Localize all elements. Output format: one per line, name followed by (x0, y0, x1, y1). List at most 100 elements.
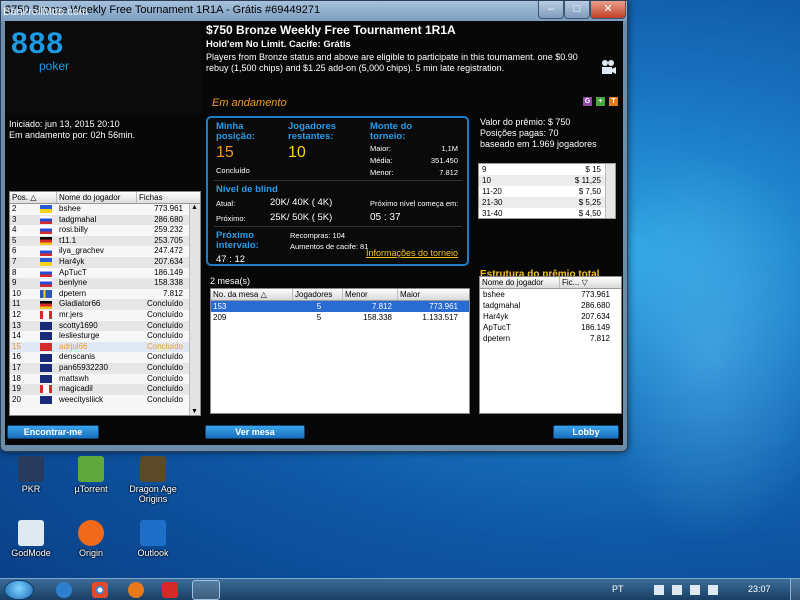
windows-flag-icon[interactable] (654, 585, 664, 595)
player-name: mattswh (59, 373, 89, 383)
player-row[interactable]: 18 mattswh Concluído (10, 374, 200, 385)
player-row[interactable]: 5 t11.1 253.705 (10, 235, 200, 247)
player-row[interactable]: 12 mr.jers Concluído (10, 310, 200, 321)
tournament-header: $750 Bronze Weekly Free Tournament 1R1A … (206, 23, 622, 113)
chrome-icon[interactable] (92, 582, 108, 598)
col-min-header[interactable]: Menor (343, 289, 398, 300)
plus-badge-icon: + (596, 97, 605, 106)
volume-icon[interactable] (708, 585, 718, 595)
player-row[interactable]: 7 Har4yk 207.634 (10, 256, 200, 268)
network-icon[interactable] (690, 585, 700, 595)
player-row[interactable]: 13 scotty1690 Concluído (10, 320, 200, 332)
camera-icon[interactable] (600, 59, 616, 77)
break-label: Próximo intervalo: (216, 230, 259, 251)
player-row[interactable]: 19 magicadil Concluído (10, 384, 200, 395)
players-list: Pos. △ Nome do jogador Fichas 2 bshee 773.… (9, 191, 201, 416)
next-blind-value: 25K/ 50K ( 5K) (270, 212, 333, 223)
tournament-status: Em andamento (212, 97, 287, 109)
minimize-button[interactable]: – (538, 1, 564, 19)
player-flag (40, 331, 57, 342)
player-row[interactable]: 3 tadgmahal 286.680 (10, 214, 200, 226)
players-scrollbar[interactable]: ▲ ▼ (189, 204, 200, 415)
player-name: magicadil (59, 384, 93, 394)
scroll-up-icon[interactable]: ▲ (191, 204, 198, 211)
player-name: t11.1 (59, 235, 77, 245)
col-player-chips-header[interactable]: Fic... ▽ (560, 277, 620, 288)
player-chips: Concluído (146, 309, 183, 319)
average-value: 351.450 (430, 156, 458, 165)
col-players-header[interactable]: Jogadores (293, 289, 343, 300)
prize-scrollbar[interactable] (605, 164, 615, 218)
table-row[interactable]: 209 5 158.338 1.133.517 (211, 312, 469, 323)
player-chips: 286.680 (154, 214, 183, 224)
player-position: 11 (12, 299, 21, 309)
outlook-icon (140, 520, 166, 546)
player-name: bshee (59, 204, 81, 213)
start-button[interactable] (4, 580, 34, 600)
action-center-icon[interactable] (672, 585, 682, 595)
language-indicator[interactable]: PT (612, 584, 624, 594)
largest-value: 1,1M (441, 144, 458, 153)
find-me-button[interactable]: Encontrar-me (7, 425, 99, 439)
col-pos-header[interactable]: Pos. △ (10, 192, 57, 203)
prize-value: Valor do prêmio: $ 750 (480, 117, 571, 127)
player-name: mr.jers (59, 309, 83, 319)
player-row[interactable]: 17 pan65932230 Concluído (10, 362, 200, 374)
player-row[interactable]: 16 denscanis Concluído (10, 352, 200, 363)
tables-list: No. da mesa △ Jogadores Menor Maior 153 … (210, 288, 470, 414)
player-name: weecitysliick (59, 394, 104, 404)
smallest-label: Menor: (370, 168, 394, 177)
player-row[interactable]: 10 dpetern 7.812 (10, 289, 200, 300)
tables-count: 2 mesa(s) (210, 276, 251, 286)
player-chips: Concluído (146, 352, 183, 362)
player-row[interactable]: 9 benlyne 158.338 (10, 278, 200, 289)
col-player-name-header[interactable]: Nome do jogador (480, 277, 560, 288)
player-row[interactable]: 6 ilya_grachev 247.472 (10, 246, 200, 257)
col-max-header[interactable]: Maior (398, 289, 468, 300)
t-badge-icon: T (609, 97, 618, 106)
show-desktop-button[interactable] (790, 579, 800, 600)
country-flag-icon (40, 353, 52, 362)
player-position: 8 (12, 267, 17, 277)
country-flag-icon (40, 321, 52, 330)
view-table-button[interactable]: Ver mesa (205, 425, 305, 439)
player-flag (40, 268, 57, 279)
player-row[interactable]: 20 weecitysliick Concluído (10, 395, 200, 406)
lobby-button[interactable]: Lobby (553, 425, 619, 439)
desktop-icon-utorrent[interactable]: µTorrent (56, 456, 126, 494)
prize-row: 31-40 $ 4,50 (482, 209, 601, 218)
table-row[interactable]: 153 5 7.812 773.961 (211, 301, 469, 312)
tournament-info-link[interactable]: Informações do torneio (366, 248, 458, 258)
prize-table[interactable]: 9 $ 15 10 $ 11,25 11-20 $ 7,50 21-30 $ 5,25 … (478, 163, 616, 219)
taskbar-poker-app[interactable] (192, 580, 220, 600)
clock[interactable]: 23:07 (748, 584, 771, 594)
scroll-down-icon[interactable]: ▼ (191, 408, 198, 415)
col-chips-header[interactable]: Fichas (137, 192, 189, 203)
close-button[interactable]: ✕ (590, 1, 626, 19)
col-table-num-header[interactable]: No. da mesa △ (211, 289, 293, 300)
desktop-icon-dragon-age[interactable]: Dragon Age Origins (118, 456, 188, 504)
firefox-icon[interactable] (128, 582, 144, 598)
player-row[interactable]: 2 bshee 773.961 (10, 204, 200, 215)
acrobat-icon[interactable] (162, 582, 178, 598)
desktop-icon-outlook[interactable]: Outlook (118, 520, 188, 558)
col-name-header[interactable]: Nome do jogador (57, 192, 137, 203)
player-row[interactable]: 15 adrjul66 Concluído (10, 341, 200, 353)
player-name: denscanis (59, 352, 96, 362)
origin-icon (78, 520, 104, 546)
player-row[interactable]: 14 lesliesturge Concluído (10, 331, 200, 342)
player-name: rosi.billy (59, 225, 88, 235)
player-chips: 259.232 (154, 225, 183, 235)
player-flag (40, 363, 57, 374)
prize-row: 11-20 $ 7,50 (482, 187, 601, 196)
player-name: Gladiator66 (59, 299, 101, 309)
window-titlebar[interactable]: $750 Bronze Weekly Free Tournament 1R1A … (1, 1, 627, 21)
current-blind-value: 20K/ 40K ( 4K) (270, 197, 333, 208)
internet-explorer-icon[interactable] (56, 582, 72, 598)
player-row[interactable]: 11 Gladiator66 Concluído (10, 299, 200, 310)
desktop-icon-origin[interactable]: Origin (56, 520, 126, 558)
my-position-value: 15 (216, 144, 234, 161)
player-row[interactable]: 8 ApTucT 186.149 (10, 268, 200, 279)
maximize-button[interactable]: □ (564, 1, 590, 19)
player-row[interactable]: 4 rosi.billy 259.232 (10, 225, 200, 236)
